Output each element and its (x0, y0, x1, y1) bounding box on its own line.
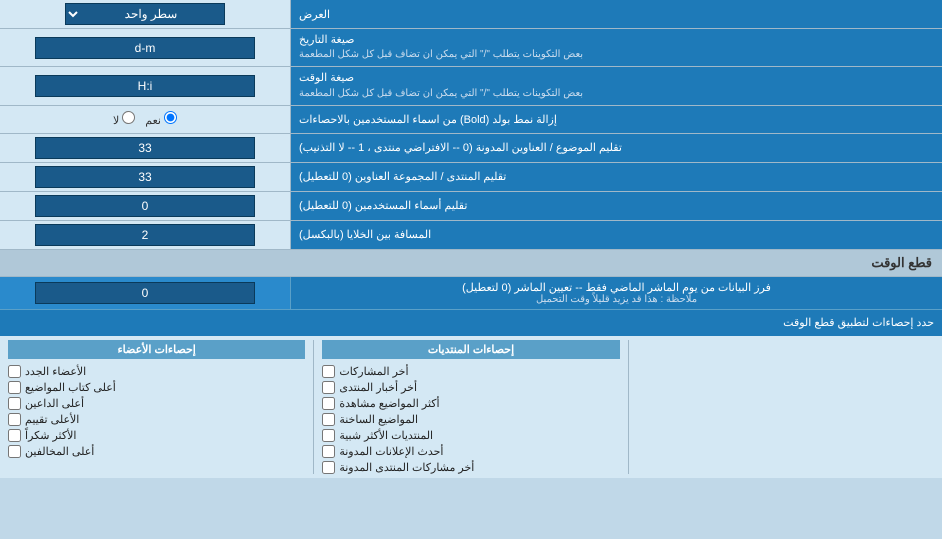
display-label: العرض (290, 0, 942, 28)
time-format-input[interactable] (35, 75, 255, 97)
display-input-cell: سطر واحد (0, 0, 290, 28)
bold-yes-label: نعم (145, 111, 177, 127)
list-item: المواضيع الساخنة (322, 413, 619, 426)
list-item: الأكثر شكراً (8, 429, 305, 442)
list-item: الأعلى تقييم (8, 413, 305, 426)
cell-spacing-input[interactable] (35, 224, 255, 246)
member-stats-col: إحصاءات الأعضاء الأعضاء الجدد أعلى كتاب … (0, 340, 314, 474)
cutoff-input-cell (0, 277, 290, 309)
username-trim-input-cell (0, 192, 290, 220)
bold-no-radio[interactable] (122, 111, 135, 124)
cutoff-label: فرز البيانات من يوم الماشر الماضي فقط --… (290, 277, 942, 309)
checkbox-forum-3[interactable] (322, 397, 335, 410)
display-select[interactable]: سطر واحد (65, 3, 225, 25)
display-row: العرض سطر واحد (0, 0, 942, 29)
cutoff-section-header: قطع الوقت (0, 250, 942, 277)
cell-spacing-row: المسافة بين الخلايا (بالبكسل) (0, 221, 942, 250)
username-trim-row: تقليم أسماء المستخدمين (0 للتعطيل) (0, 192, 942, 221)
time-format-input-cell (0, 67, 290, 104)
checkbox-forum-4[interactable] (322, 413, 335, 426)
date-format-input-cell (0, 29, 290, 66)
checkbox-member-4[interactable] (8, 413, 21, 426)
bold-row: إزالة نمط بولد (Bold) من اسماء المستخدمي… (0, 106, 942, 134)
forum-trim-label: تقليم المنتدى / المجموعة العناوين (0 للت… (290, 163, 942, 191)
checkbox-forum-7[interactable] (322, 461, 335, 474)
topic-trim-input[interactable] (35, 137, 255, 159)
forum-stats-header: إحصاءات المنتديات (322, 340, 619, 359)
checkbox-forum-5[interactable] (322, 429, 335, 442)
cutoff-row: فرز البيانات من يوم الماشر الماضي فقط --… (0, 277, 942, 310)
forum-trim-input[interactable] (35, 166, 255, 188)
list-item: الأعضاء الجدد (8, 365, 305, 378)
cell-spacing-input-cell (0, 221, 290, 249)
checkboxes-header-row: حدد إحصاءات لتطبيق قطع الوقت (0, 310, 942, 336)
checkboxes-section: حدد إحصاءات لتطبيق قطع الوقت إحصاءات الم… (0, 310, 942, 478)
list-item: أكثر المواضيع مشاهدة (322, 397, 619, 410)
checkbox-member-2[interactable] (8, 381, 21, 394)
time-format-label: صيغة الوقت بعض التكوينات يتطلب "/" التي … (290, 67, 942, 104)
date-format-input[interactable] (35, 37, 255, 59)
list-item: أخر المشاركات (322, 365, 619, 378)
checkboxes-grid: إحصاءات المنتديات أخر المشاركات أخر أخبا… (0, 336, 942, 478)
forum-trim-input-cell (0, 163, 290, 191)
bold-radio-cell: نعم لا (0, 106, 290, 133)
checkbox-forum-1[interactable] (322, 365, 335, 378)
checkbox-member-6[interactable] (8, 445, 21, 458)
topic-trim-row: تقليم الموضوع / العناوين المدونة (0 -- ا… (0, 134, 942, 163)
checkbox-member-1[interactable] (8, 365, 21, 378)
list-item: أعلى المخالفين (8, 445, 305, 458)
list-item: أعلى الداعين (8, 397, 305, 410)
topic-trim-input-cell (0, 134, 290, 162)
forum-trim-row: تقليم المنتدى / المجموعة العناوين (0 للت… (0, 163, 942, 192)
list-item: أخر مشاركات المنتدى المدونة (322, 461, 619, 474)
time-format-row: صيغة الوقت بعض التكوينات يتطلب "/" التي … (0, 67, 942, 105)
topic-trim-label: تقليم الموضوع / العناوين المدونة (0 -- ا… (290, 134, 942, 162)
bold-label: إزالة نمط بولد (Bold) من اسماء المستخدمي… (290, 106, 942, 133)
member-stats-header: إحصاءات الأعضاء (8, 340, 305, 359)
checkbox-forum-6[interactable] (322, 445, 335, 458)
list-item: أحدث الإعلانات المدونة (322, 445, 619, 458)
username-trim-label: تقليم أسماء المستخدمين (0 للتعطيل) (290, 192, 942, 220)
date-format-row: صيغة التاريخ بعض التكوينات يتطلب "/" الت… (0, 29, 942, 67)
username-trim-input[interactable] (35, 195, 255, 217)
bold-no-label: لا (113, 111, 135, 127)
checkboxes-header-label: حدد إحصاءات لتطبيق قطع الوقت (8, 316, 934, 329)
checkbox-member-5[interactable] (8, 429, 21, 442)
bold-yes-radio[interactable] (164, 111, 177, 124)
forum-stats-col: إحصاءات المنتديات أخر المشاركات أخر أخبا… (314, 340, 628, 474)
checkbox-forum-2[interactable] (322, 381, 335, 394)
list-item: أخر أخبار المنتدى (322, 381, 619, 394)
checkbox-member-3[interactable] (8, 397, 21, 410)
list-item: المنتديات الأكثر شبية (322, 429, 619, 442)
empty-col (629, 340, 942, 474)
date-format-label: صيغة التاريخ بعض التكوينات يتطلب "/" الت… (290, 29, 942, 66)
list-item: أعلى كتاب المواضيع (8, 381, 305, 394)
cutoff-input[interactable] (35, 282, 255, 304)
cell-spacing-label: المسافة بين الخلايا (بالبكسل) (290, 221, 942, 249)
